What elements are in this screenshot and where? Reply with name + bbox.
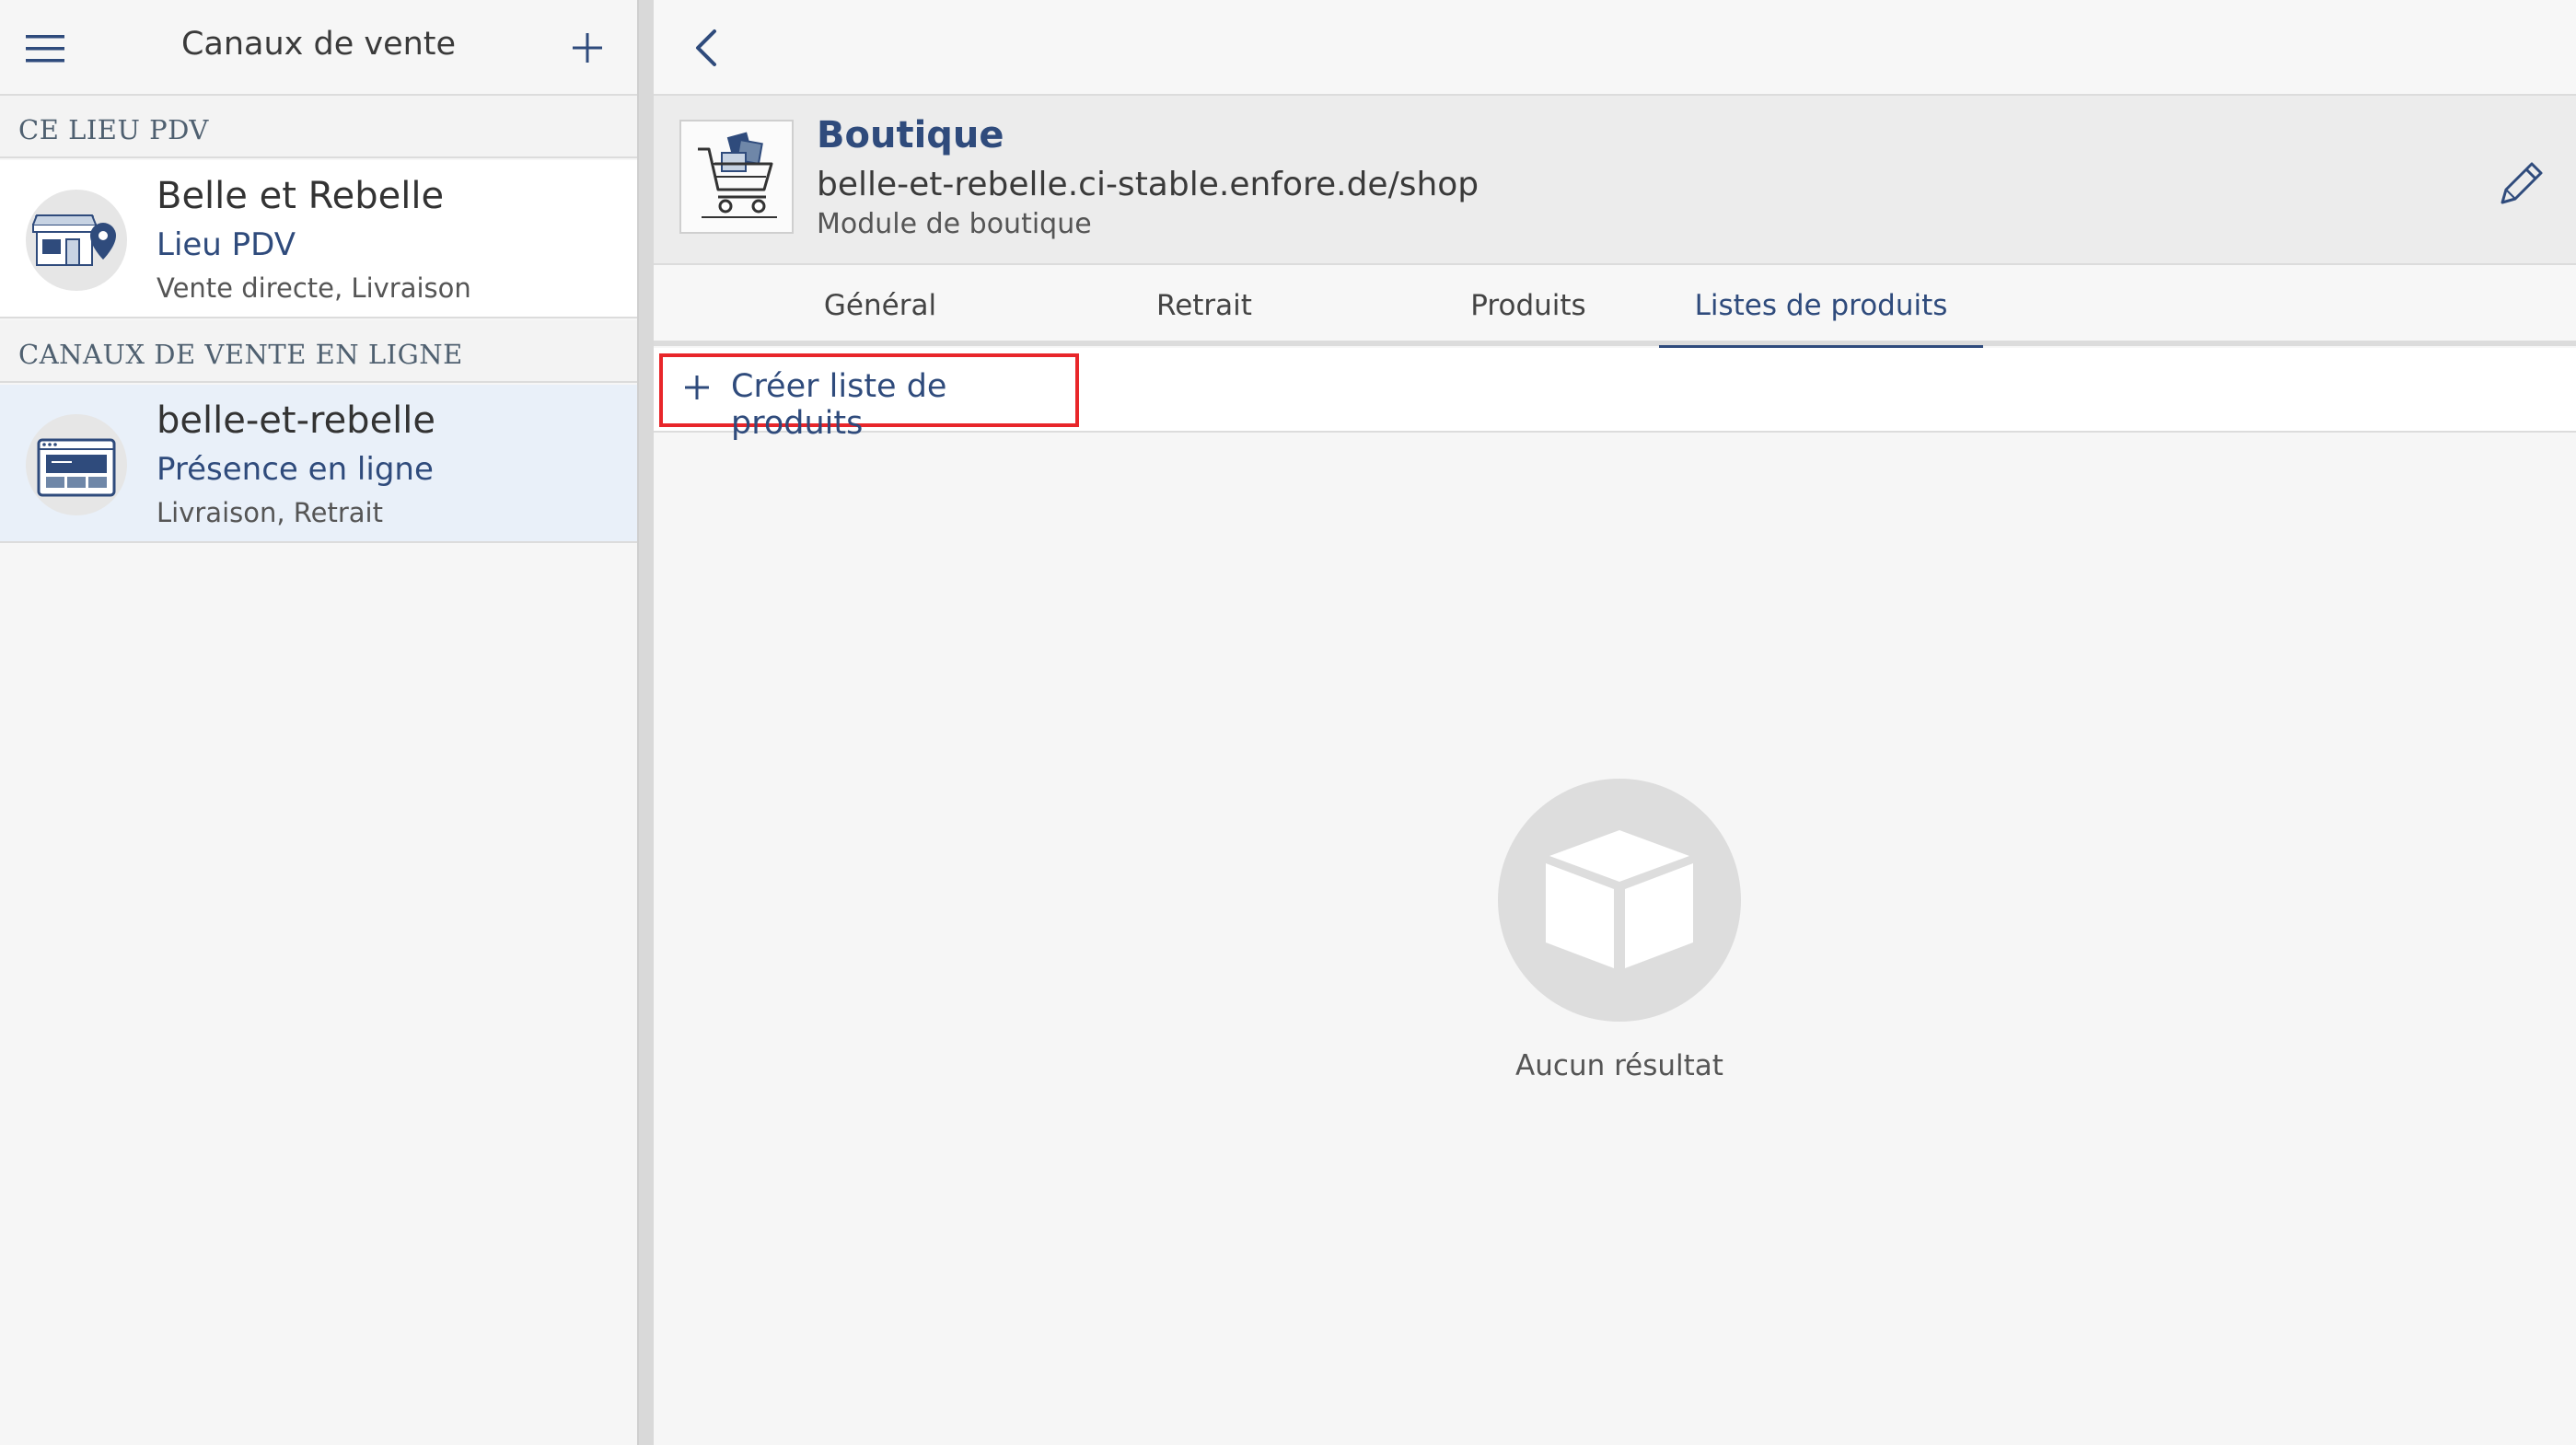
empty-box-icon [1498,779,1741,1022]
create-bar: Créer liste de produits [654,348,2576,442]
channel-row-belle-et-rebelle[interactable]: Belle et Rebelle Lieu PDV Vente directe,… [0,160,637,318]
sidebar-title: Canaux de vente [180,26,457,63]
shop-url: belle-et-rebelle.ci-stable.enfore.de/sho… [817,166,1479,203]
chevron-left-icon[interactable] [690,26,722,70]
channel-type: Présence en ligne [157,451,434,488]
create-product-list-label: Créer liste de produits [731,368,947,442]
detail-topbar [654,0,2576,96]
channel-name: Belle et Rebelle [157,175,445,217]
channel-name: belle-et-rebelle [157,399,436,442]
detail-tabs: Général Retrait Produits Listes de produ… [654,265,2576,352]
storefront-location-icon [26,190,127,291]
panel-divider[interactable] [637,0,654,1445]
section-header-online-channels: CANAUX DE VENTE EN LIGNE [0,320,637,383]
tab-product-lists[interactable]: Listes de produits [1659,265,1983,352]
pencil-icon[interactable] [2493,156,2548,212]
browser-window-icon [26,414,127,515]
channel-type: Lieu PDV [157,226,296,263]
section-header-pos-location: CE LIEU PDV [0,96,637,158]
channel-meta: Livraison, Retrait [157,497,383,528]
shop-module-label: Module de boutique [817,208,1092,240]
shopping-cart-box-icon [679,120,794,234]
tab-general[interactable]: Général [718,265,1042,346]
shop-header: Boutique belle-et-rebelle.ci-stable.enfo… [654,96,2576,265]
tab-products[interactable]: Produits [1366,265,1690,346]
channel-detail-panel: Boutique belle-et-rebelle.ci-stable.enfo… [654,0,2576,1445]
empty-state-text: Aucun résultat [1515,1049,1723,1082]
add-channel-plus-icon[interactable] [571,31,604,64]
sales-channels-panel: Canaux de vente CE LIEU PDV Belle et Reb… [0,0,637,1445]
sidebar-header: Canaux de vente [0,0,637,96]
channel-row-belle-et-rebelle-online[interactable]: belle-et-rebelle Présence en ligne Livra… [0,385,637,543]
plus-icon [685,376,709,399]
tab-pickup[interactable]: Retrait [1042,265,1366,346]
shop-title: Boutique [817,114,1004,156]
channel-meta: Vente directe, Livraison [157,272,471,304]
create-product-list-button[interactable]: Créer liste de produits [659,353,1079,442]
